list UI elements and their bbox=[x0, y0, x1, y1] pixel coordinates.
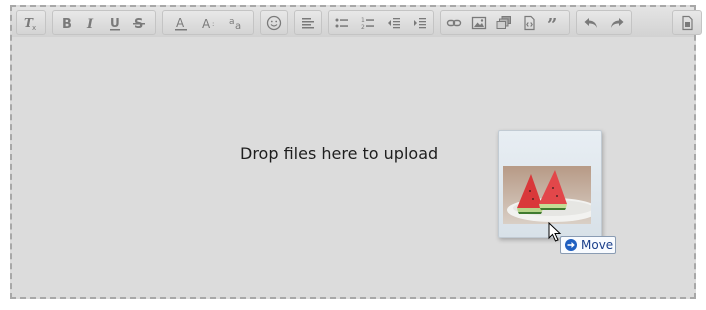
image-button[interactable] bbox=[467, 11, 491, 34]
svg-text:”: ” bbox=[547, 15, 557, 31]
source-icon bbox=[682, 15, 693, 30]
watermelon-image bbox=[503, 166, 591, 224]
text-color-icon: A bbox=[175, 16, 187, 30]
code-icon bbox=[524, 15, 535, 30]
font-size-button[interactable]: A: bbox=[197, 11, 221, 34]
svg-text:U: U bbox=[110, 16, 120, 30]
bold-icon: B bbox=[62, 17, 72, 31]
source-button[interactable] bbox=[675, 11, 699, 34]
redo-button[interactable] bbox=[605, 11, 629, 34]
strikethrough-icon: S bbox=[133, 17, 145, 31]
gallery-button[interactable] bbox=[492, 11, 516, 34]
subscript-superscript-icon: aa bbox=[229, 17, 241, 31]
subscript-superscript-button[interactable]: aa bbox=[225, 11, 249, 34]
drop-zone-message: Drop files here to upload bbox=[240, 144, 439, 163]
redo-icon bbox=[611, 17, 624, 28]
align-left-button[interactable] bbox=[296, 11, 320, 34]
quote-icon: ” bbox=[547, 15, 557, 31]
remove-format-icon: T x bbox=[24, 16, 36, 31]
link-icon bbox=[446, 19, 462, 26]
toolbar-group-font: A A: aa bbox=[162, 10, 254, 35]
italic-icon: I bbox=[86, 17, 94, 31]
italic-button[interactable]: I bbox=[79, 11, 103, 34]
svg-text:B: B bbox=[62, 17, 72, 31]
svg-text::: : bbox=[212, 20, 214, 28]
svg-text:A: A bbox=[202, 17, 211, 31]
numbered-list-button[interactable]: 1 2 bbox=[356, 11, 380, 34]
remove-format-button[interactable]: T x bbox=[19, 11, 43, 34]
font-size-icon: A: bbox=[202, 17, 214, 31]
increase-indent-button[interactable] bbox=[408, 11, 432, 34]
bulleted-list-button[interactable] bbox=[330, 11, 354, 34]
drag-move-label: Move bbox=[581, 238, 614, 252]
decrease-indent-icon bbox=[388, 17, 400, 28]
toolbar-group-emoji bbox=[260, 10, 288, 35]
align-left-icon bbox=[302, 17, 314, 28]
toolbar-group-remove-format: T x bbox=[16, 10, 46, 35]
underline-button[interactable]: U bbox=[103, 11, 127, 34]
blockquote-button[interactable]: ” bbox=[543, 11, 567, 34]
text-color-button[interactable]: A bbox=[169, 11, 193, 34]
gallery-icon bbox=[496, 15, 511, 29]
toolbar-group-align bbox=[294, 10, 322, 35]
strikethrough-button[interactable]: S bbox=[127, 11, 151, 34]
svg-text:1: 1 bbox=[361, 17, 365, 24]
arrow-right-icon bbox=[565, 239, 577, 251]
toolbar-group-insert: ” bbox=[440, 10, 570, 35]
emoji-button[interactable] bbox=[262, 11, 286, 34]
svg-text:A: A bbox=[176, 16, 185, 30]
embed-code-button[interactable] bbox=[517, 11, 541, 34]
numbered-list-icon: 1 2 bbox=[361, 17, 374, 31]
svg-text:a: a bbox=[229, 17, 235, 27]
undo-icon bbox=[584, 17, 597, 28]
editor-toolbar: T x B I U S A A: a a 1 2 ” bbox=[12, 7, 702, 37]
svg-text:a: a bbox=[235, 21, 241, 31]
svg-text:I: I bbox=[86, 17, 94, 31]
toolbar-group-lists: 1 2 bbox=[328, 10, 434, 35]
toolbar-group-history bbox=[576, 10, 632, 35]
decrease-indent-button[interactable] bbox=[382, 11, 406, 34]
image-icon bbox=[471, 16, 487, 29]
svg-text:2: 2 bbox=[361, 24, 365, 31]
bold-button[interactable]: B bbox=[55, 11, 79, 34]
undo-button[interactable] bbox=[579, 11, 603, 34]
underline-icon: U bbox=[110, 16, 120, 30]
bulleted-list-icon bbox=[335, 18, 348, 27]
link-button[interactable] bbox=[442, 11, 466, 34]
toolbar-group-source bbox=[672, 10, 702, 35]
svg-text:x: x bbox=[32, 24, 36, 31]
smiley-icon bbox=[266, 15, 282, 30]
increase-indent-icon bbox=[414, 17, 426, 28]
toolbar-group-basic-styles: B I U S bbox=[52, 10, 156, 35]
drag-move-tooltip: Move bbox=[560, 236, 616, 254]
